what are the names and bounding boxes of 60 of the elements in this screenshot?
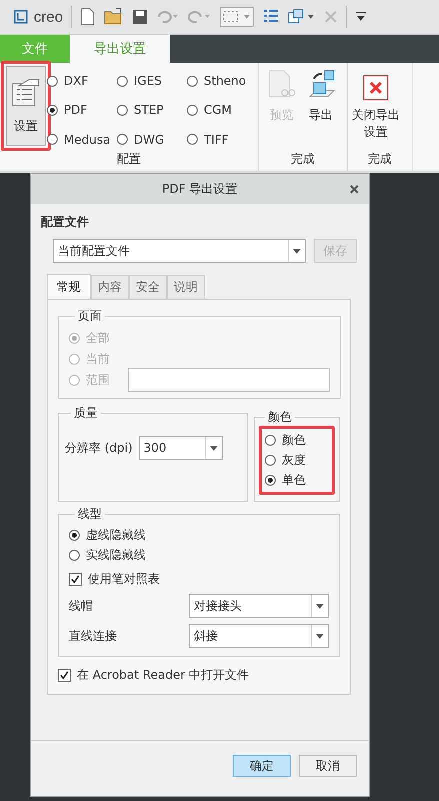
group-title: 线型: [77, 506, 103, 523]
new-file-icon[interactable]: [80, 8, 96, 26]
acrobat-checkbox[interactable]: 在 Acrobat Reader 中打开文件: [58, 667, 340, 684]
dialog-button[interactable]: 取消: [299, 755, 357, 777]
profile-label: 配置文件: [41, 214, 90, 231]
export-button[interactable]: 导出: [303, 65, 339, 129]
caret-icon: [316, 604, 324, 608]
windows-icon[interactable]: [288, 9, 316, 25]
close-icon[interactable]: [350, 185, 359, 194]
color-radio[interactable]: 单色: [265, 472, 329, 489]
group-title: 质量: [73, 405, 99, 422]
dialog-tab[interactable]: 内容: [91, 275, 129, 299]
format-radio[interactable]: IGES: [117, 70, 187, 92]
color-radio[interactable]: 灰度: [265, 452, 329, 469]
cubes-icon: [306, 69, 336, 99]
check-icon: [71, 575, 80, 584]
document-list-icon: [11, 78, 41, 108]
resolution-label: 分辨率 (dpi): [65, 440, 133, 456]
dialog-tab[interactable]: 说明: [167, 275, 205, 299]
format-radio[interactable]: PDF: [47, 99, 117, 122]
join-select[interactable]: 斜接: [189, 624, 329, 648]
format-radio[interactable]: Stheno: [187, 70, 247, 92]
group-label: 完成: [290, 151, 316, 168]
color-radio[interactable]: 颜色: [265, 432, 329, 449]
check-icon: [60, 671, 69, 680]
format-radio[interactable]: Medusa: [47, 128, 117, 151]
pen-table-checkbox[interactable]: 使用笔对照表: [69, 571, 329, 588]
resolution-select[interactable]: 300: [138, 436, 223, 460]
range-field[interactable]: [128, 368, 330, 392]
profile-select[interactable]: 当前配置文件: [53, 239, 306, 263]
group-title: 页面: [77, 308, 103, 325]
dialog-title: PDF 导出设置: [162, 180, 238, 198]
group-label: 配置: [116, 151, 142, 168]
dropdown-icon[interactable]: [355, 12, 368, 22]
format-radio[interactable]: CGM: [187, 99, 247, 122]
select-box-icon[interactable]: [220, 7, 254, 27]
app-logo: creo: [14, 8, 64, 26]
cap-select[interactable]: 对接接头: [189, 594, 329, 618]
cap-label: 线帽: [69, 598, 93, 614]
caret-icon: [210, 446, 218, 450]
group-label: 完成: [367, 151, 393, 168]
folder-icon[interactable]: [104, 8, 124, 26]
dialog-tab[interactable]: 安全: [129, 275, 167, 299]
format-radio[interactable]: TIFF: [187, 128, 247, 151]
document-icon: [268, 69, 296, 99]
line-radio[interactable]: 虚线隐藏线: [69, 526, 329, 545]
format-radio[interactable]: STEP: [117, 99, 187, 122]
format-radio[interactable]: DWG: [117, 128, 187, 151]
join-label: 直线连接: [69, 628, 117, 644]
line-radio[interactable]: 实线隐藏线: [69, 546, 329, 565]
group-title: 颜色: [267, 409, 293, 426]
close-export-button[interactable]: 关闭导出设置: [348, 65, 404, 151]
dialog-button[interactable]: 确定: [233, 755, 291, 777]
caret-icon: [293, 248, 301, 254]
dialog-tab[interactable]: 常规: [47, 274, 91, 299]
settings-button[interactable]: 设置: [6, 66, 46, 146]
caret-icon: [316, 634, 324, 638]
close-icon: [363, 75, 389, 101]
format-radio[interactable]: DXF: [47, 70, 117, 92]
save-icon[interactable]: [132, 9, 148, 25]
